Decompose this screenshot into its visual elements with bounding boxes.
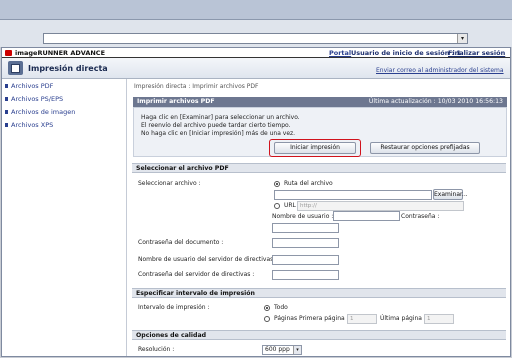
info-line: El reenvío del archivo puede tardar cier… xyxy=(141,122,291,129)
sidebar-item-ps-eps[interactable]: Archivos PS/EPS xyxy=(5,94,123,104)
section-header: Imprimir archivos PDF Última actualizaci… xyxy=(133,97,507,107)
canon-logo-icon xyxy=(5,50,12,56)
direct-print-icon xyxy=(8,61,23,75)
logout-link[interactable]: Finalizar sesión xyxy=(448,49,505,57)
restore-defaults-button[interactable]: Restaurar opciones prefijadas xyxy=(370,142,480,154)
start-print-button[interactable]: Iniciar impresión xyxy=(274,142,356,154)
last-update: Última actualización : 10/03 2010 16:56:… xyxy=(368,98,503,105)
sidebar-item-pdf[interactable]: Archivos PDF xyxy=(5,81,123,91)
address-dropdown-icon[interactable]: ▾ xyxy=(457,34,467,43)
breadcrumb: Impresión directa : Imprimir archivos PD… xyxy=(134,83,259,90)
browser-titlebar xyxy=(0,0,512,20)
brand-name: imageRUNNER ADVANCE xyxy=(15,49,106,57)
email-admin-link[interactable]: Enviar correo al administrador del siste… xyxy=(376,67,504,74)
info-line: No haga clic en [Iniciar impresión] más … xyxy=(141,130,296,137)
main-content: Impresión directa : Imprimir archivos PD… xyxy=(128,79,510,356)
sidebar-item-image[interactable]: Archivos de imagen xyxy=(5,107,123,117)
top-header: imageRUNNER ADVANCE Portal Usuario de in… xyxy=(2,48,510,58)
sidebar-item-xps[interactable]: Archivos XPS xyxy=(5,120,123,130)
section-title: Imprimir archivos PDF xyxy=(137,98,215,105)
remote-ui-page: imageRUNNER ADVANCE Portal Usuario de in… xyxy=(1,47,511,357)
portal-link[interactable]: Portal xyxy=(329,49,351,57)
info-panel: Haga clic en [Examinar] para seleccionar… xyxy=(133,107,507,157)
user-info: Usuario de inicio de sesión : 1 xyxy=(351,49,461,57)
info-line: Haga clic en [Examinar] para seleccionar… xyxy=(141,114,300,121)
address-bar[interactable] xyxy=(43,33,468,44)
app-header: Impresión directa Enviar correo al admin… xyxy=(2,58,510,79)
page-title: Impresión directa xyxy=(28,64,108,73)
sidebar: Archivos PDF Archivos PS/EPS Archivos de… xyxy=(2,79,127,356)
